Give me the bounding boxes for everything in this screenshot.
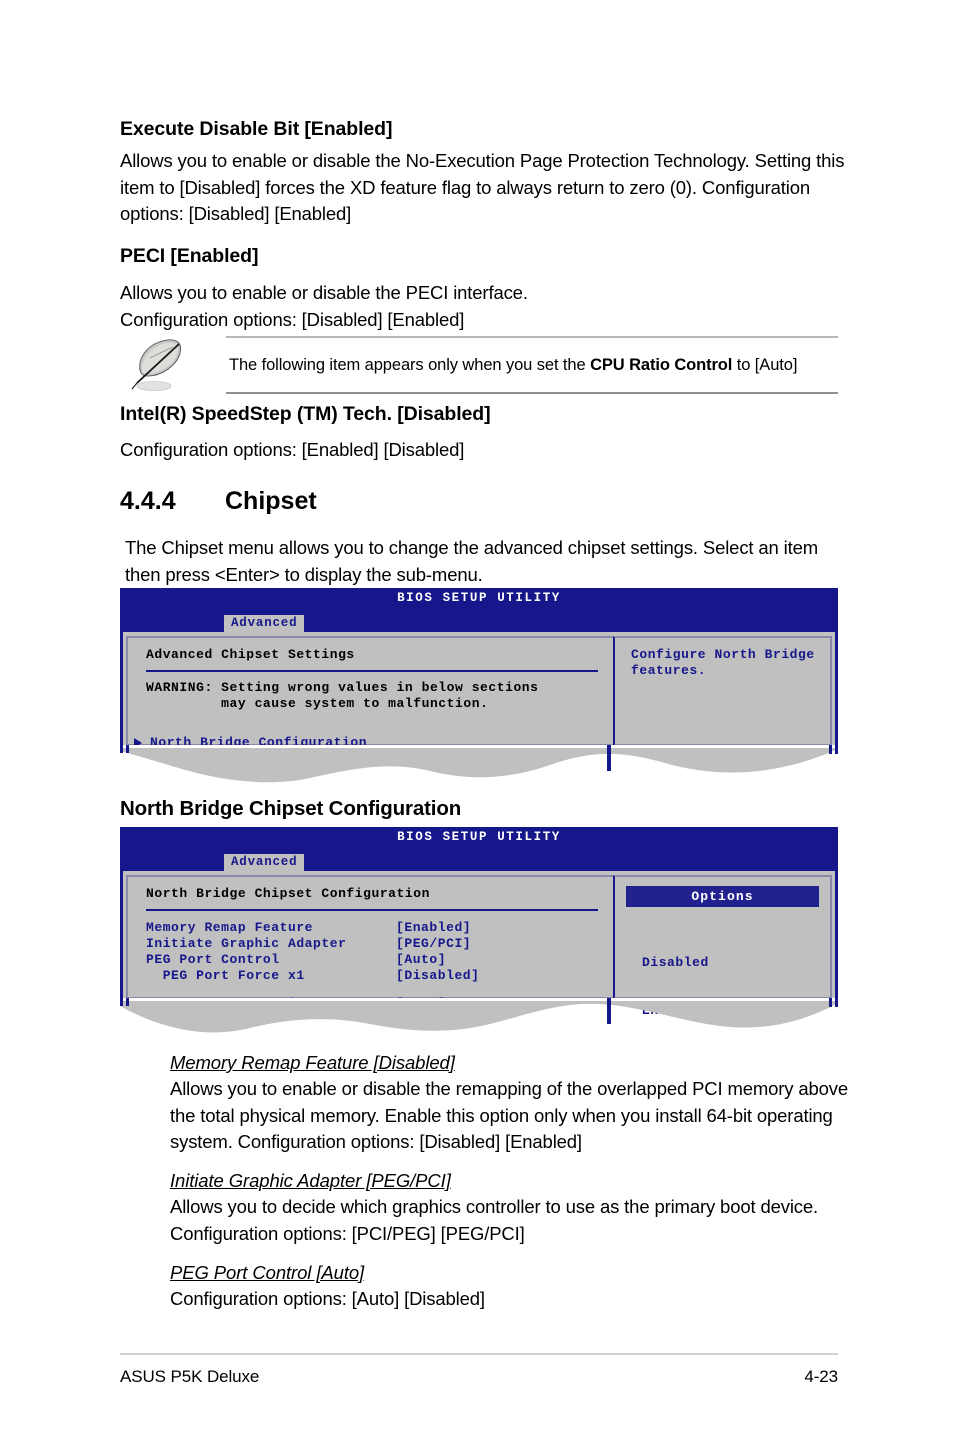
bios2-setting-value[interactable]: [Enabled] <box>396 920 480 936</box>
speedstep-line-1: Configuration options: [Enabled] [Disabl… <box>120 439 465 460</box>
item-title: Memory Remap Feature [Disabled] <box>170 1052 455 1073</box>
bios1-panel-heading: Advanced Chipset Settings <box>146 647 355 662</box>
bios1-help-line-1: Configure North Bridge <box>631 647 815 662</box>
quill-pen-icon <box>131 339 182 391</box>
bios1-tab-advanced[interactable]: Advanced <box>224 615 305 632</box>
bios1-warning-line-1: WARNING: Setting wrong values in below s… <box>146 680 539 695</box>
bios1-title-bar: BIOS SETUP UTILITY <box>120 588 838 615</box>
item-peg-port-control: PEG Port Control [Auto] Configuration op… <box>170 1262 860 1313</box>
bios1-torn-edge <box>120 745 838 785</box>
bios2-setting-row[interactable]: PEG Port Control [Auto] <box>146 952 480 968</box>
bios2-settings-pane: North Bridge Chipset Configuration Memor… <box>126 875 613 1011</box>
item-title: PEG Port Control [Auto] <box>170 1262 365 1283</box>
peci-heading: PECI [Enabled] <box>120 245 259 267</box>
bios2-setting-name: Memory Remap Feature <box>146 920 314 935</box>
bios2-setting-spacer <box>146 984 480 996</box>
item-description: Configuration options: [Auto] [Disabled] <box>170 1288 485 1309</box>
peci-line-2: Configuration options: [Disabled] [Enabl… <box>120 308 465 330</box>
spacer-cell <box>396 984 480 996</box>
footer-divider <box>120 1353 838 1355</box>
peci-line-1: Allows you to enable or disable the PECI… <box>120 282 528 303</box>
bios2-setting-row[interactable]: Initiate Graphic Adapter [PEG/PCI] <box>146 936 480 952</box>
bios1-tab-row: Advanced <box>120 615 838 632</box>
footer-page-number: 4-23 <box>804 1367 838 1386</box>
chipset-section-paragraph: The Chipset menu allows you to change th… <box>125 537 819 585</box>
bios2-setting-row[interactable]: PEG Port Force x1 [Disabled] <box>146 968 480 984</box>
spacer-cell <box>146 984 396 996</box>
bios2-setting-row[interactable]: Memory Remap Feature [Enabled] <box>146 920 480 936</box>
chipset-section-header: 4.4.4 Chipset <box>120 487 850 516</box>
chipset-section-title: Chipset <box>225 487 317 515</box>
bios1-warning-line-2: may cause system to malfunction. <box>146 696 489 711</box>
bios2-options-pane: Options Disabled Enabled <box>613 875 832 1018</box>
note-callout: The following item appears only when you… <box>122 336 838 394</box>
note-text-before: The following item appears only when you… <box>229 356 591 374</box>
execute-disable-bit-heading: Execute Disable Bit [Enabled] <box>120 118 393 140</box>
bios2-torn-edge <box>120 998 838 1038</box>
bios2-tab-row: Advanced <box>120 854 838 871</box>
note-text-bold: CPU Ratio Control <box>590 356 733 374</box>
bios2-title: BIOS SETUP UTILITY <box>397 830 561 844</box>
item-memory-remap-feature: Memory Remap Feature [Disabled] Allows y… <box>170 1052 860 1156</box>
peci-section: PECI [Enabled] Allows you to enable or d… <box>120 245 850 333</box>
bios2-setting-value[interactable]: [Disabled] <box>396 968 480 984</box>
bios1-settings-content: Advanced Chipset Settings WARNING: Setti… <box>128 638 613 750</box>
item-title: Initiate Graphic Adapter [PEG/PCI] <box>170 1170 451 1191</box>
bios2-option-item[interactable]: Disabled <box>642 955 819 971</box>
bios-screenshot-advanced-chipset: BIOS SETUP UTILITY Advanced Advanced Chi… <box>120 588 838 785</box>
footer-product-name: ASUS P5K Deluxe <box>120 1367 260 1386</box>
bios2-title-bar: BIOS SETUP UTILITY <box>120 827 838 854</box>
bios2-panel-heading: North Bridge Chipset Configuration <box>146 886 430 901</box>
bios2-setting-value[interactable]: [Auto] <box>396 952 480 968</box>
north-bridge-chipset-configuration-heading: North Bridge Chipset Configuration <box>120 797 462 820</box>
chipset-section: 4.4.4 Chipset The Chipset menu allows yo… <box>120 487 850 588</box>
bios2-setting-name: PEG Port Force x1 <box>146 968 305 983</box>
bios2-setting-name: PEG Port Control <box>146 952 280 967</box>
note-text: The following item appears only when you… <box>226 354 797 376</box>
bios2-options-header: Options <box>626 886 819 907</box>
bios1-help-pane: Configure North Bridge features. <box>613 636 832 746</box>
bios2-tab-advanced[interactable]: Advanced <box>224 854 305 871</box>
document-page: Execute Disable Bit [Enabled] Allows you… <box>0 0 954 1438</box>
bios1-panel-divider <box>146 670 598 672</box>
execute-disable-bit-paragraph: Allows you to enable or disable the No-E… <box>120 150 845 224</box>
bios1-settings-pane: Advanced Chipset Settings WARNING: Setti… <box>126 636 613 750</box>
bios2-settings-content: North Bridge Chipset Configuration Memor… <box>128 877 613 1012</box>
note-text-after: to [Auto] <box>732 356 798 374</box>
bios2-setting-name: Initiate Graphic Adapter <box>146 936 347 951</box>
bios-screenshot-north-bridge: BIOS SETUP UTILITY Advanced North Bridge… <box>120 827 838 1038</box>
bios1-body: Advanced Chipset Settings WARNING: Setti… <box>120 632 838 750</box>
chipset-section-number: 4.4.4 <box>120 487 176 515</box>
bios2-setting-value[interactable]: [PEG/PCI] <box>396 936 480 952</box>
speedstep-section: Intel(R) SpeedStep (TM) Tech. [Disabled]… <box>120 403 850 464</box>
item-initiate-graphic-adapter: Initiate Graphic Adapter [PEG/PCI] Allow… <box>170 1170 860 1247</box>
item-description: Allows you to decide which graphics cont… <box>170 1196 819 1244</box>
bios2-body: North Bridge Chipset Configuration Memor… <box>120 871 838 1018</box>
bios1-title: BIOS SETUP UTILITY <box>397 591 561 605</box>
note-text-wrapper: The following item appears only when you… <box>226 336 838 394</box>
item-description: Allows you to enable or disable the rema… <box>170 1078 849 1152</box>
execute-disable-bit-section: Execute Disable Bit [Enabled] Allows you… <box>120 118 850 228</box>
speedstep-heading: Intel(R) SpeedStep (TM) Tech. [Disabled] <box>120 403 491 425</box>
bios1-help-content: Configure North Bridge features. <box>615 638 830 679</box>
bios2-panel-divider <box>146 909 598 911</box>
bios1-help-line-2: features. <box>631 663 707 678</box>
